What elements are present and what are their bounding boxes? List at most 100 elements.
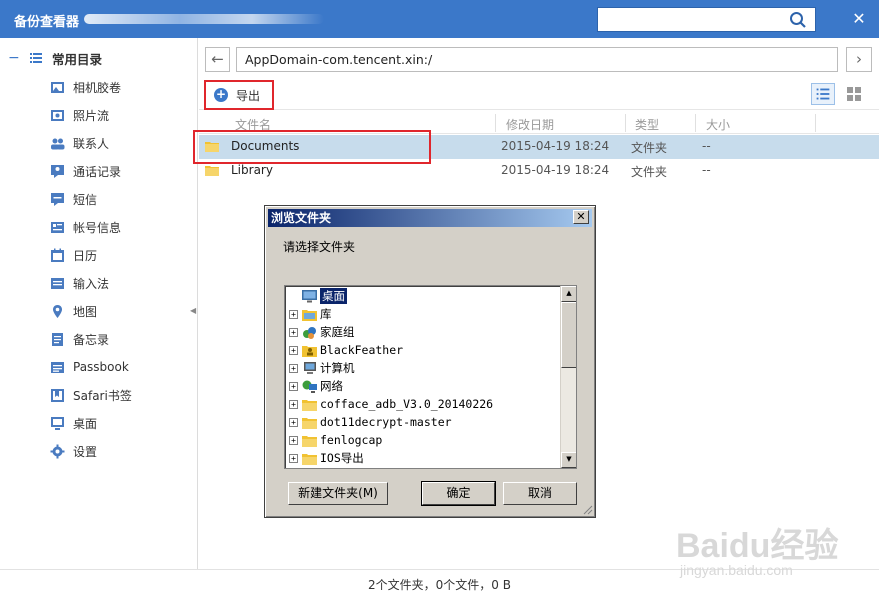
expand-icon[interactable]: + [289, 381, 298, 391]
tree-item-fenlogcap[interactable]: + fenlogcap [289, 431, 382, 449]
ok-button[interactable]: 确定 [421, 481, 496, 506]
browse-folder-dialog: 浏览文件夹 ✕ 请选择文件夹 桌面 + 库 + 家庭组 + BlackFeath… [264, 205, 596, 518]
expand-icon[interactable]: + [289, 363, 298, 373]
tree-item-cofface[interactable]: + cofface_adb_V3.0_20140226 [289, 395, 493, 413]
expand-icon[interactable]: + [289, 399, 298, 409]
title-bar: 备份查看器 ✕ [0, 0, 879, 38]
highlight-annotation [193, 130, 431, 164]
expand-icon[interactable]: + [289, 435, 298, 445]
folder-icon [302, 453, 317, 465]
sidebar-item-label: 桌面 [73, 416, 98, 431]
expand-icon[interactable]: + [289, 453, 298, 463]
dialog-title: 浏览文件夹 [271, 211, 332, 225]
sidebar-item-calendar[interactable]: 日历 [50, 244, 97, 266]
tree-item-blackfeather[interactable]: + BlackFeather [289, 341, 403, 359]
tree-item-network[interactable]: + 网络 [289, 377, 343, 395]
sidebar-item-keyboard[interactable]: 输入法 [50, 272, 109, 294]
sidebar-item-settings[interactable]: 设置 [50, 440, 97, 462]
close-button[interactable]: ✕ [848, 8, 870, 30]
sidebar-item-sms[interactable]: 短信 [50, 188, 97, 210]
scroll-up-icon[interactable]: ▲ [561, 286, 576, 302]
tree-item-label: 桌面 [320, 288, 347, 304]
list-icon [30, 53, 42, 63]
camera-roll-icon [51, 81, 64, 93]
tree-item-homegroup[interactable]: + 家庭组 [289, 323, 355, 341]
sidebar-item-label: Passbook [73, 360, 129, 374]
sms-icon [51, 192, 64, 206]
folder-tree[interactable]: 桌面 + 库 + 家庭组 + BlackFeather + 计算机 + 网络 +… [284, 285, 577, 469]
collapse-icon[interactable]: − [8, 50, 20, 66]
sidebar-item-safari-bookmarks[interactable]: Safari书签 [50, 384, 132, 406]
user-folder-icon [302, 345, 317, 357]
sidebar-item-call-log[interactable]: 通话记录 [50, 160, 121, 182]
search-box[interactable] [597, 7, 816, 32]
sidebar-item-passbook[interactable]: Passbook [50, 356, 129, 378]
new-folder-button[interactable]: 新建文件夹(M) [288, 482, 388, 505]
watermark-url: jingyan.baidu.com [680, 562, 793, 578]
folder-icon [205, 166, 219, 176]
address-bar[interactable]: AppDomain-com.tencent.xin:/ [236, 47, 838, 72]
sidebar-item-notes[interactable]: 备忘录 [50, 328, 109, 350]
scroll-down-icon[interactable]: ▼ [561, 452, 576, 468]
tree-item-computer[interactable]: + 计算机 [289, 359, 355, 377]
resize-grip-icon[interactable] [581, 503, 593, 515]
column-date[interactable]: 修改日期 [506, 116, 554, 133]
sidebar-item-label: Safari书签 [73, 388, 132, 403]
tree-item-library[interactable]: + 库 [289, 305, 332, 323]
tree-item-label: IOS导出 [320, 451, 364, 465]
sidebar-group-header[interactable]: − 常用目录 [8, 48, 102, 68]
tree-item-desktop[interactable]: 桌面 [289, 287, 347, 305]
expand-icon[interactable]: + [289, 327, 298, 337]
grid-view-icon[interactable] [843, 83, 865, 105]
back-button[interactable]: ← [205, 47, 230, 72]
sidebar-item-label: 联系人 [73, 136, 110, 151]
sidebar-item-photo-stream[interactable]: 照片流 [50, 104, 109, 126]
cancel-button[interactable]: 取消 [503, 482, 577, 505]
desktop-icon [51, 416, 64, 430]
search-icon[interactable] [789, 11, 807, 29]
dialog-close-button[interactable]: ✕ [573, 210, 589, 224]
folder-icon [302, 399, 317, 411]
sidebar-item-desktop[interactable]: 桌面 [50, 412, 97, 434]
account-icon [51, 221, 64, 233]
scroll-thumb[interactable] [561, 302, 576, 368]
dialog-title-bar[interactable]: 浏览文件夹 ✕ [268, 209, 592, 227]
search-input[interactable] [598, 8, 778, 31]
sidebar-item-label: 输入法 [73, 276, 110, 291]
tree-item-ios-export[interactable]: + IOS导出 [289, 449, 364, 467]
sidebar-item-account[interactable]: 帐号信息 [50, 216, 121, 238]
call-log-icon [51, 164, 64, 178]
column-type[interactable]: 类型 [635, 116, 659, 133]
add-icon: + [214, 87, 228, 102]
blurred-title-detail [84, 14, 324, 24]
sidebar-item-map[interactable]: 地图 [50, 300, 97, 322]
list-view-icon[interactable] [811, 83, 835, 105]
calendar-icon [51, 248, 64, 262]
notes-icon [52, 332, 63, 346]
forward-button[interactable]: › [846, 47, 872, 72]
column-divider[interactable] [815, 114, 816, 132]
keyboard-icon [51, 277, 64, 289]
tree-scrollbar[interactable]: ▲ ▼ [560, 286, 576, 468]
tree-item-label: 网络 [320, 379, 343, 393]
splitter-collapse-icon[interactable]: ◀ [190, 306, 196, 315]
file-size: -- [702, 163, 711, 177]
column-size[interactable]: 大小 [706, 116, 730, 133]
expand-icon[interactable]: + [289, 417, 298, 427]
computer-icon [304, 361, 316, 374]
column-divider[interactable] [695, 114, 696, 132]
folder-icon [302, 435, 317, 447]
expand-icon[interactable]: + [289, 345, 298, 355]
file-date: 2015-04-19 18:24 [501, 139, 610, 153]
sidebar-item-contacts[interactable]: 联系人 [50, 132, 109, 154]
column-divider[interactable] [495, 114, 496, 132]
passbook-icon [51, 361, 64, 373]
column-divider[interactable] [625, 114, 626, 132]
expand-icon[interactable]: + [289, 309, 298, 319]
gear-icon [50, 444, 65, 458]
tree-item-dot11decrypt[interactable]: + dot11decrypt-master [289, 413, 452, 431]
photo-stream-icon [51, 109, 64, 121]
export-button[interactable]: + 导出 [204, 80, 274, 110]
sidebar-item-camera-roll[interactable]: 相机胶卷 [50, 76, 121, 98]
sidebar: − 常用目录 相机胶卷 照片流 联系人 通话记录 短信 帐号信息 日历 输入法 [0, 38, 198, 569]
